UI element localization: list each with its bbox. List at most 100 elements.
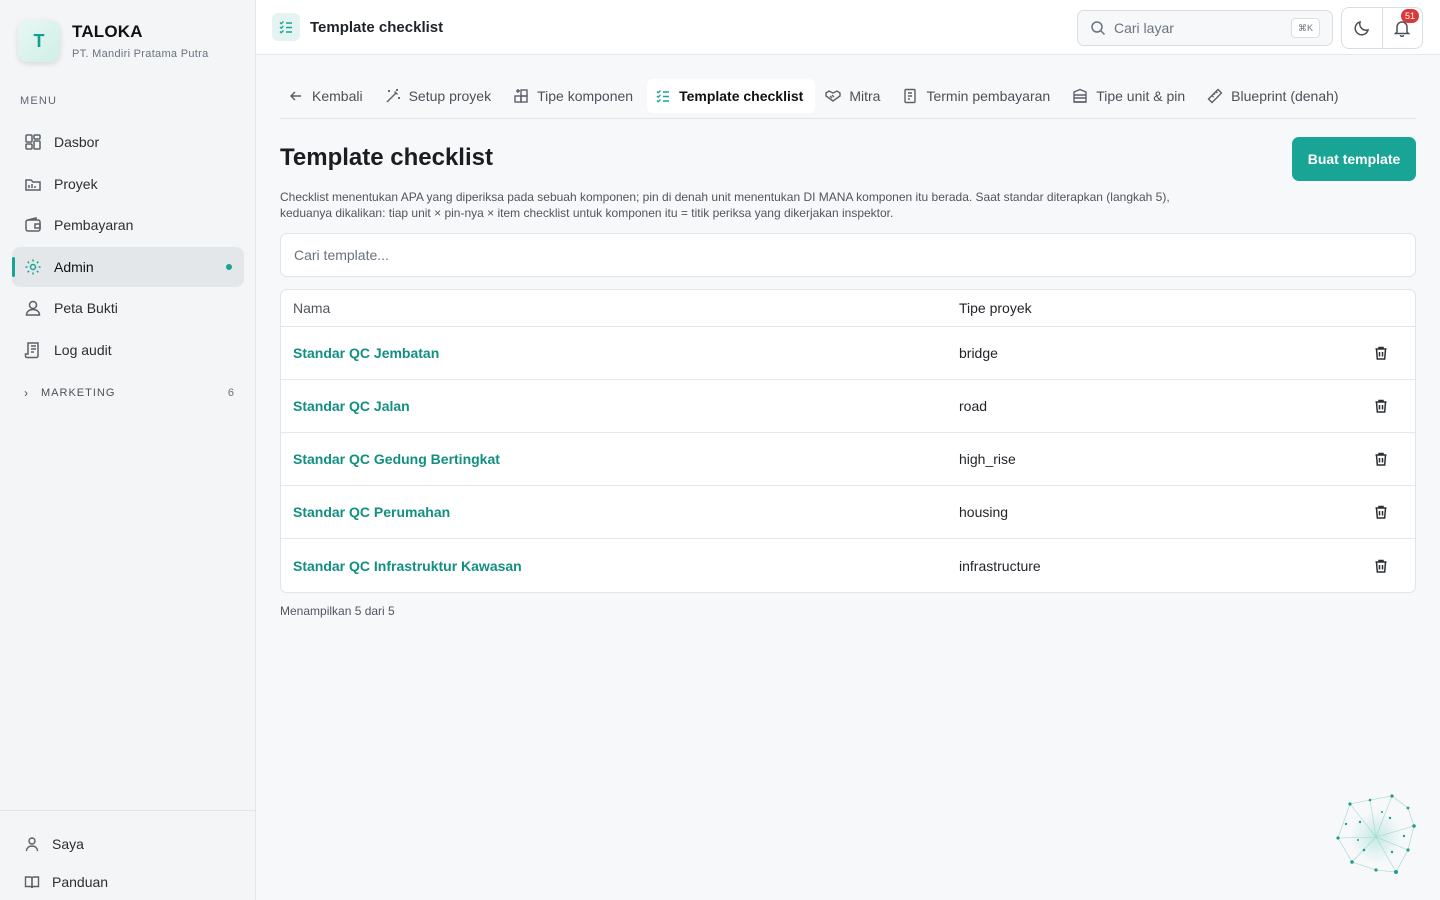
group-label: MARKETING xyxy=(41,387,116,399)
sidebar-item-peta-bukti[interactable]: Peta Bukti xyxy=(12,288,244,328)
template-search-input[interactable]: Cari template... xyxy=(280,233,1416,277)
search-placeholder: Cari layar xyxy=(1114,20,1174,36)
table-row: Standar QC Gedung Bertingkat high_rise xyxy=(281,433,1415,486)
sidebar-item-label: Panduan xyxy=(52,874,109,890)
active-indicator-dot xyxy=(226,263,232,270)
sidebar-item-panduan[interactable]: Panduan xyxy=(0,863,256,900)
tab-setup-proyek[interactable]: Setup proyek xyxy=(377,79,504,112)
sidebar-item-label: Saya xyxy=(52,836,84,852)
tab-termin-pembayaran[interactable]: Termin pembayaran xyxy=(894,79,1062,112)
tab-label: Setup proyek xyxy=(408,87,492,104)
trash-icon[interactable] xyxy=(1373,398,1389,414)
tab-mitra[interactable]: Mitra xyxy=(817,79,892,112)
tab-label: Mitra xyxy=(849,87,881,104)
template-name-link[interactable]: Standar QC Jalan xyxy=(281,398,947,414)
sidebar-item-proyek[interactable]: Proyek xyxy=(12,164,244,204)
project-type: high_rise xyxy=(959,451,1016,467)
search-icon xyxy=(1090,20,1106,36)
notifications-button[interactable]: 51 xyxy=(1381,8,1422,48)
brand-logo: T xyxy=(18,20,60,62)
brand[interactable]: T TALOKA PT. Mandiri Pratama Putra xyxy=(18,20,209,62)
template-name-link[interactable]: Standar QC Gedung Bertingkat xyxy=(281,451,947,467)
group-count: 6 xyxy=(227,387,234,399)
sidebar-item-label: Pembayaran xyxy=(54,217,134,233)
sidebar-item-log-audit[interactable]: Log audit xyxy=(12,330,244,370)
tab-label: Template checklist xyxy=(679,87,804,104)
header-title: Template checklist xyxy=(272,13,443,41)
ruler-icon xyxy=(1207,88,1223,104)
receipt-icon xyxy=(902,88,918,104)
theme-toggle-button[interactable] xyxy=(1342,8,1382,48)
table-row: Standar QC Infrastruktur Kawasan infrast… xyxy=(281,539,1415,592)
trash-icon[interactable] xyxy=(1373,345,1389,361)
dashboard-icon xyxy=(24,133,42,151)
table-row: Standar QC Jembatan bridge xyxy=(281,327,1415,380)
assistant-network-icon[interactable] xyxy=(1330,792,1420,882)
sidebar-item-label: Admin xyxy=(54,258,94,275)
tab-tipe-komponen[interactable]: Tipe komponen xyxy=(505,79,645,112)
header-actions: 51 xyxy=(1341,7,1423,49)
template-name-link[interactable]: Standar QC Infrastruktur Kawasan xyxy=(281,558,947,574)
tab-label: Tipe komponen xyxy=(537,87,634,104)
brand-name: TALOKA xyxy=(72,22,143,41)
sidebar: T TALOKA PT. Mandiri Pratama Putra MENU … xyxy=(0,0,256,900)
page-title: Template checklist xyxy=(280,144,493,171)
gear-icon xyxy=(24,258,42,276)
template-table: Nama Tipe proyek Standar QC Jembatan bri… xyxy=(280,289,1416,593)
page-header-title: Template checklist xyxy=(310,18,444,36)
table-row: Standar QC Jalan road xyxy=(281,380,1415,433)
project-type: housing xyxy=(959,504,1009,520)
template-name-link[interactable]: Standar QC Jembatan xyxy=(281,345,947,361)
page-description: Checklist menentukan APA yang diperiksa … xyxy=(280,190,1170,220)
admin-tabs: Kembali Setup proyek Tipe komponen Templ… xyxy=(280,79,1416,119)
wallet-icon xyxy=(24,216,42,234)
project-type: road xyxy=(959,398,988,414)
sidebar-item-pembayaran[interactable]: Pembayaran xyxy=(12,205,244,245)
brand-org: PT. Mandiri Pratama Putra xyxy=(72,48,209,60)
checklist-icon xyxy=(272,13,300,41)
wand-icon xyxy=(385,88,401,104)
moon-icon xyxy=(1353,19,1371,37)
project-type: infrastructure xyxy=(959,557,1041,574)
tab-label: Termin pembayaran xyxy=(926,87,1051,104)
tab-template-checklist[interactable]: Template checklist xyxy=(647,79,816,112)
sidebar-item-label: Peta Bukti xyxy=(54,300,118,316)
tab-label: Kembali xyxy=(312,87,363,104)
folder-icon xyxy=(24,175,42,193)
sidebar-item-admin[interactable]: Admin xyxy=(12,246,244,287)
tab-kembali[interactable]: Kembali xyxy=(280,79,375,112)
chevron-right-icon: › xyxy=(24,386,29,400)
menu-caption: MENU xyxy=(20,95,58,107)
sidebar-item-dasbor[interactable]: Dasbor xyxy=(12,122,244,162)
building-icon xyxy=(1072,88,1088,104)
tab-blueprint-denah[interactable]: Blueprint (denah) xyxy=(1199,79,1350,112)
table-header: Nama Tipe proyek xyxy=(281,290,1415,327)
sidebar-nav: Dasbor Proyek Pembayaran Admin Peta Bukt… xyxy=(12,122,244,371)
sidebar-item-label: Log audit xyxy=(54,341,112,358)
handshake-icon xyxy=(825,88,842,104)
project-type: bridge xyxy=(959,345,998,361)
notification-badge: 51 xyxy=(1401,9,1419,23)
column-header-nama: Nama xyxy=(293,300,331,316)
sidebar-item-label: Dasbor xyxy=(54,134,100,150)
arrow-left-icon xyxy=(288,88,304,104)
column-header-tipe-proyek: Tipe proyek xyxy=(959,300,1032,316)
tab-label: Tipe unit & pin xyxy=(1096,87,1186,104)
sidebar-bottom: Saya Panduan xyxy=(0,810,256,900)
sidebar-item-label: Proyek xyxy=(54,175,98,192)
top-header: Template checklist Cari layar ⌘K 51 xyxy=(256,0,1440,55)
trash-icon[interactable] xyxy=(1373,504,1389,520)
tab-label: Blueprint (denah) xyxy=(1231,87,1339,104)
trash-icon[interactable] xyxy=(1373,451,1389,467)
search-input[interactable]: Cari layar ⌘K xyxy=(1077,10,1333,46)
tab-tipe-unit-pin[interactable]: Tipe unit & pin xyxy=(1064,79,1197,112)
create-template-button[interactable]: Buat template xyxy=(1292,137,1416,181)
user-pin-icon xyxy=(24,299,42,317)
book-icon xyxy=(24,874,40,890)
sidebar-item-saya[interactable]: Saya xyxy=(0,825,256,863)
table-count-footnote: Menampilkan 5 dari 5 xyxy=(280,604,395,618)
template-name-link[interactable]: Standar QC Perumahan xyxy=(281,504,947,520)
scroll-icon xyxy=(24,341,42,359)
trash-icon[interactable] xyxy=(1373,558,1389,574)
sidebar-group-marketing[interactable]: › MARKETING 6 xyxy=(24,386,234,400)
